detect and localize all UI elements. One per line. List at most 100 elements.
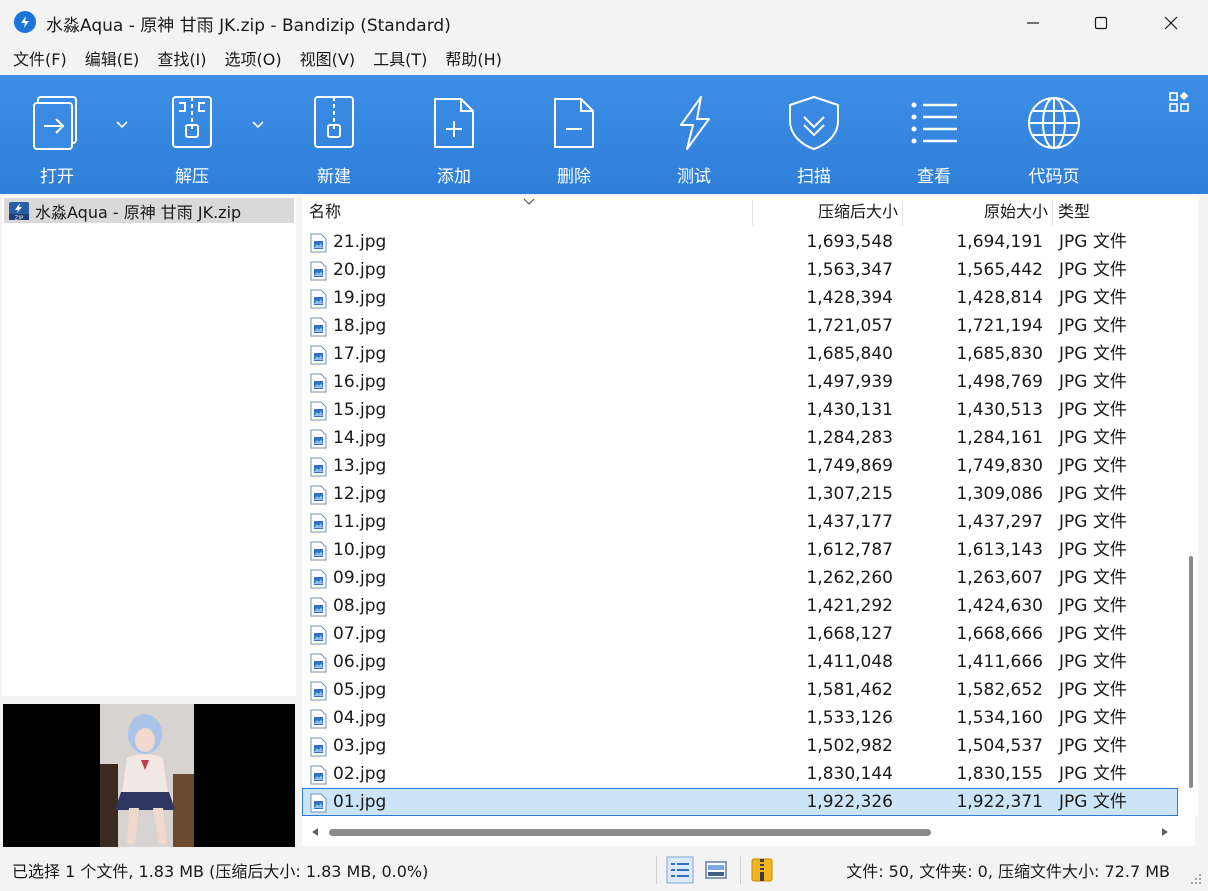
table-row[interactable]: 14.jpg 1,284,283 1,284,161 JPG 文件 bbox=[302, 424, 1178, 452]
details-view-icon[interactable] bbox=[666, 856, 694, 884]
table-row[interactable]: 02.jpg 1,830,144 1,830,155 JPG 文件 bbox=[302, 760, 1178, 788]
scroll-right-icon[interactable] bbox=[1160, 827, 1170, 837]
open-button[interactable]: 打开 bbox=[2, 75, 112, 194]
jpg-file-icon bbox=[310, 569, 327, 589]
file-name: 07.jpg bbox=[333, 624, 387, 644]
jpg-file-icon bbox=[310, 681, 327, 701]
file-type: JPG 文件 bbox=[1059, 624, 1127, 644]
file-name: 15.jpg bbox=[333, 400, 387, 420]
table-row[interactable]: 17.jpg 1,685,840 1,685,830 JPG 文件 bbox=[302, 340, 1178, 368]
compressed-size: 1,497,939 bbox=[806, 372, 893, 392]
maximize-button[interactable] bbox=[1066, 0, 1136, 45]
compressed-size: 1,533,126 bbox=[806, 708, 893, 728]
file-type: JPG 文件 bbox=[1059, 708, 1127, 728]
table-row[interactable]: 08.jpg 1,421,292 1,424,630 JPG 文件 bbox=[302, 592, 1178, 620]
table-row[interactable]: 03.jpg 1,502,982 1,504,537 JPG 文件 bbox=[302, 732, 1178, 760]
table-row[interactable]: 12.jpg 1,307,215 1,309,086 JPG 文件 bbox=[302, 480, 1178, 508]
table-row[interactable]: 05.jpg 1,581,462 1,582,652 JPG 文件 bbox=[302, 676, 1178, 704]
scan-button[interactable]: 扫描 bbox=[759, 75, 869, 194]
view-button[interactable]: 查看 bbox=[879, 75, 989, 194]
column-separator[interactable] bbox=[1052, 200, 1053, 226]
new-archive-button[interactable]: 新建 bbox=[279, 75, 389, 194]
archive-info-icon[interactable] bbox=[748, 856, 776, 884]
table-row[interactable]: 11.jpg 1,437,177 1,437,297 JPG 文件 bbox=[302, 508, 1178, 536]
file-type: JPG 文件 bbox=[1059, 288, 1127, 308]
table-row[interactable]: 07.jpg 1,668,127 1,668,666 JPG 文件 bbox=[302, 620, 1178, 648]
table-row[interactable]: 09.jpg 1,262,260 1,263,607 JPG 文件 bbox=[302, 564, 1178, 592]
jpg-file-icon bbox=[310, 429, 327, 449]
compressed-size: 1,262,260 bbox=[806, 568, 893, 588]
bandizip-window: 水淼Aqua - 原神 甘雨 JK.zip - Bandizip (Standa… bbox=[0, 0, 1208, 891]
jpg-file-icon bbox=[310, 373, 327, 393]
delete-button[interactable]: 删除 bbox=[519, 75, 629, 194]
table-row[interactable]: 13.jpg 1,749,869 1,749,830 JPG 文件 bbox=[302, 452, 1178, 480]
extract-dropdown[interactable] bbox=[251, 115, 271, 135]
column-header-compressed[interactable]: 压缩后大小 bbox=[818, 196, 898, 228]
column-header-original[interactable]: 原始大小 bbox=[984, 196, 1048, 228]
jpg-file-icon bbox=[310, 765, 327, 785]
original-size: 1,685,830 bbox=[956, 344, 1043, 364]
jpg-file-icon bbox=[310, 401, 327, 421]
codepage-button[interactable]: 代码页 bbox=[999, 75, 1109, 194]
preview-pane-icon[interactable] bbox=[702, 856, 730, 884]
table-row[interactable]: 21.jpg 1,693,548 1,694,191 JPG 文件 bbox=[302, 228, 1178, 256]
chevron-down-icon bbox=[116, 121, 128, 129]
minimize-button[interactable] bbox=[998, 0, 1068, 45]
jpg-file-icon bbox=[310, 457, 327, 477]
file-type: JPG 文件 bbox=[1059, 400, 1127, 420]
menu-help[interactable]: 帮助(H) bbox=[436, 45, 511, 75]
jpg-file-icon bbox=[310, 653, 327, 673]
add-file-icon bbox=[434, 98, 474, 148]
menu-edit[interactable]: 编辑(E) bbox=[76, 45, 149, 75]
file-name: 19.jpg bbox=[333, 288, 387, 308]
new-archive-icon bbox=[314, 96, 354, 148]
compressed-size: 1,430,131 bbox=[806, 400, 893, 420]
open-label: 打开 bbox=[40, 167, 74, 187]
file-type: JPG 文件 bbox=[1059, 652, 1127, 672]
column-header-type[interactable]: 类型 bbox=[1058, 196, 1090, 228]
table-row[interactable]: 01.jpg 1,922,326 1,922,371 JPG 文件 bbox=[302, 788, 1178, 816]
extract-button[interactable]: 解压 bbox=[137, 75, 247, 194]
horizontal-scroll-thumb[interactable] bbox=[329, 829, 931, 836]
file-name: 02.jpg bbox=[333, 764, 387, 784]
menu-file[interactable]: 文件(F) bbox=[4, 45, 76, 75]
menu-find[interactable]: 查找(I) bbox=[148, 45, 215, 75]
column-header-name[interactable]: 名称 bbox=[309, 196, 341, 228]
layout-toggle-button[interactable] bbox=[1169, 91, 1189, 112]
extract-zip-icon bbox=[172, 96, 212, 148]
folder-tree: ZIP 水淼Aqua - 原神 甘雨 JK.zip bbox=[2, 196, 296, 696]
original-size: 1,565,442 bbox=[956, 260, 1043, 280]
table-row[interactable]: 10.jpg 1,612,787 1,613,143 JPG 文件 bbox=[302, 536, 1178, 564]
jpg-file-icon bbox=[310, 233, 327, 253]
original-size: 1,284,161 bbox=[956, 428, 1043, 448]
column-separator[interactable] bbox=[902, 200, 903, 226]
close-icon bbox=[1164, 16, 1178, 29]
table-row[interactable]: 04.jpg 1,533,126 1,534,160 JPG 文件 bbox=[302, 704, 1178, 732]
menu-options[interactable]: 选项(O) bbox=[216, 45, 291, 75]
add-button[interactable]: 添加 bbox=[399, 75, 509, 194]
table-row[interactable]: 18.jpg 1,721,057 1,721,194 JPG 文件 bbox=[302, 312, 1178, 340]
column-separator[interactable] bbox=[752, 200, 753, 226]
menu-view[interactable]: 视图(V) bbox=[291, 45, 364, 75]
file-name: 05.jpg bbox=[333, 680, 387, 700]
menu-tools[interactable]: 工具(T) bbox=[364, 45, 436, 75]
minimize-icon bbox=[1027, 21, 1039, 24]
resize-grip-icon[interactable] bbox=[1188, 871, 1202, 885]
table-row[interactable]: 20.jpg 1,563,347 1,565,442 JPG 文件 bbox=[302, 256, 1178, 284]
table-row[interactable]: 19.jpg 1,428,394 1,428,814 JPG 文件 bbox=[302, 284, 1178, 312]
open-dropdown[interactable] bbox=[115, 115, 135, 135]
test-button[interactable]: 测试 bbox=[639, 75, 749, 194]
table-row[interactable]: 15.jpg 1,430,131 1,430,513 JPG 文件 bbox=[302, 396, 1178, 424]
layout-grid-icon bbox=[1169, 91, 1189, 112]
scan-label: 扫描 bbox=[797, 167, 831, 187]
original-size: 1,437,297 bbox=[956, 512, 1043, 532]
file-name: 10.jpg bbox=[333, 540, 387, 560]
file-type: JPG 文件 bbox=[1059, 512, 1127, 532]
close-button[interactable] bbox=[1136, 0, 1206, 45]
table-row[interactable]: 16.jpg 1,497,939 1,498,769 JPG 文件 bbox=[302, 368, 1178, 396]
vertical-scroll-thumb[interactable] bbox=[1189, 556, 1193, 788]
table-row[interactable]: 06.jpg 1,411,048 1,411,666 JPG 文件 bbox=[302, 648, 1178, 676]
tree-item-archive[interactable]: ZIP 水淼Aqua - 原神 甘雨 JK.zip bbox=[4, 198, 294, 223]
scroll-left-icon[interactable] bbox=[310, 827, 320, 837]
compressed-size: 1,421,292 bbox=[806, 596, 893, 616]
